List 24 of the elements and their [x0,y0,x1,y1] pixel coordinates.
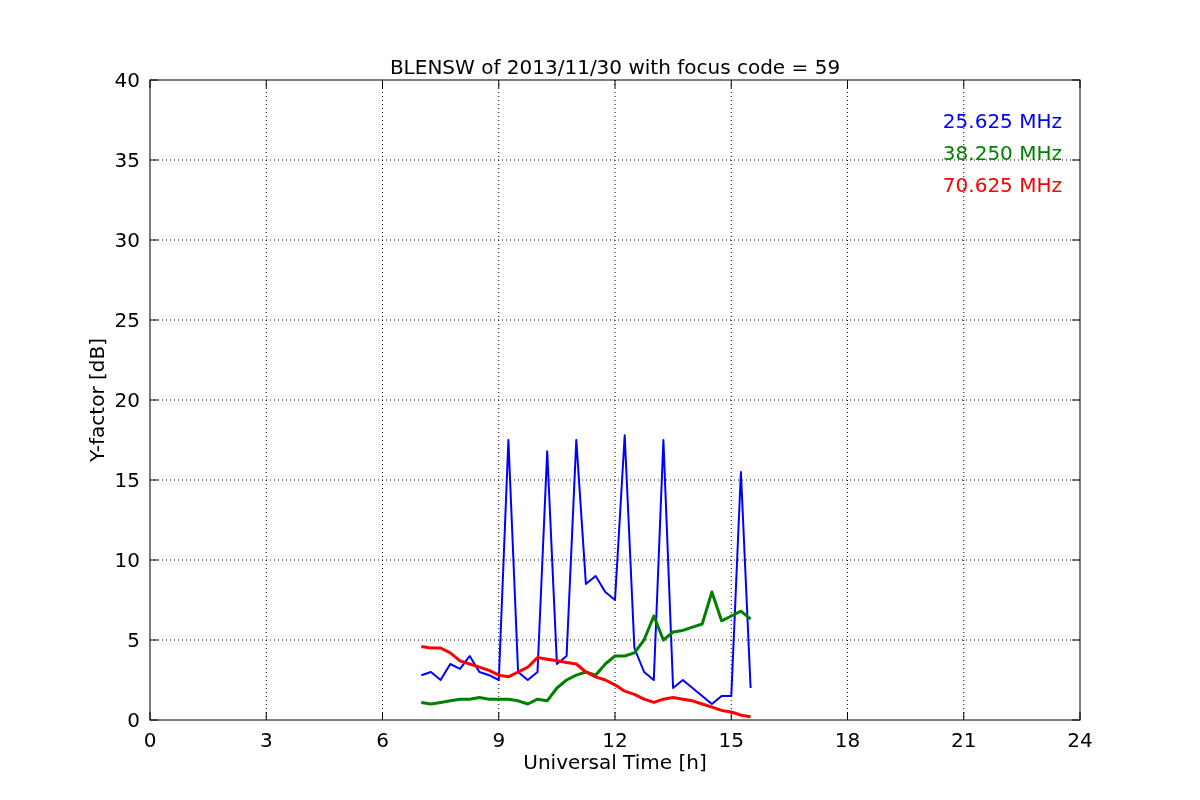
tick-label: 21 [951,728,977,752]
tick-label: 6 [376,728,389,752]
x-axis-label: Universal Time [h] [523,750,707,774]
chart-title: BLENSW of 2013/11/30 with focus code = 59 [389,55,841,79]
tick-label: 15 [718,728,744,752]
tick-label: 0 [127,708,140,732]
tick-label: 25 [114,308,140,332]
tick-label: 20 [114,388,140,412]
tick-label: 18 [834,728,861,752]
tick-label: 9 [492,728,506,752]
legend-label: 70.625 MHz [942,173,1062,197]
tick-label: 10 [114,548,140,572]
tick-label: 15 [114,468,140,492]
tick-label: 30 [114,228,140,252]
tick-label: 12 [602,728,628,752]
legend-label: 38.250 MHz [942,141,1062,165]
tick-label: 5 [127,628,140,652]
legend-label: 25.625 MHz [942,109,1062,133]
y-axis-label: Y-factor [dB] [85,338,109,462]
tick-label: 3 [259,728,273,752]
tick-label: 35 [114,148,140,172]
tick-label: 40 [114,68,140,92]
tick-label: 0 [143,728,157,752]
tick-label: 24 [1067,728,1093,752]
